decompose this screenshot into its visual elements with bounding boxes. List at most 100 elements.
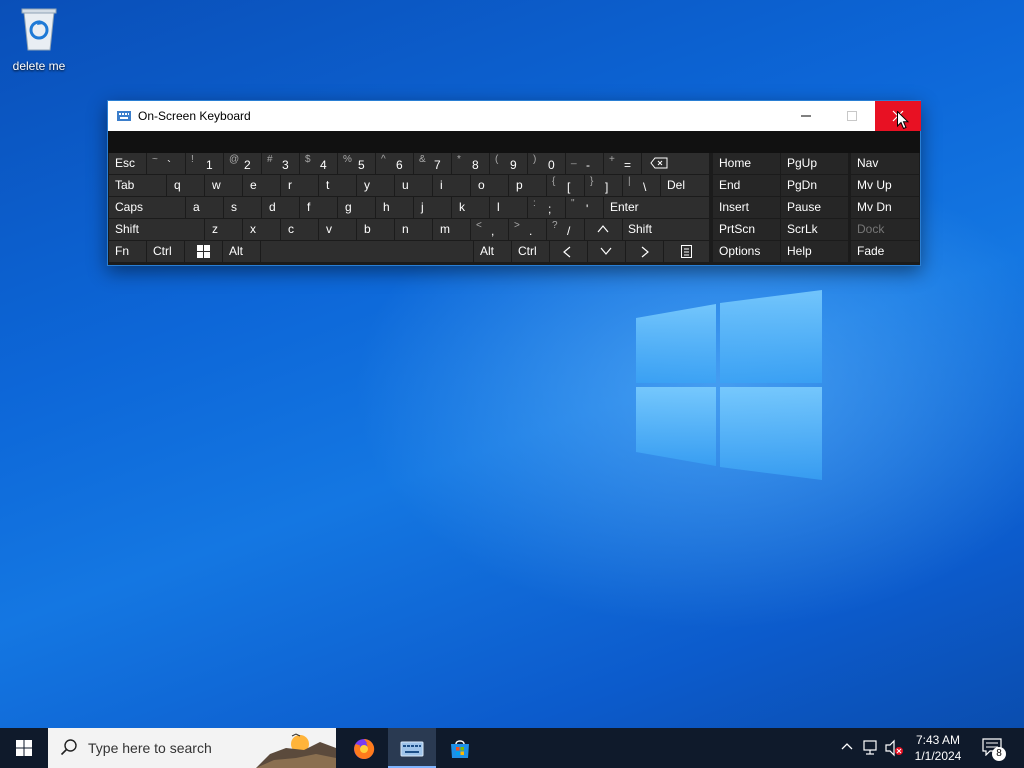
key-backtick[interactable]: ~ ` <box>147 153 185 174</box>
key-5[interactable]: % 5 <box>338 153 375 174</box>
key-s[interactable]: s <box>224 197 261 218</box>
key-caps[interactable]: Caps <box>109 197 185 218</box>
key-f[interactable]: f <box>300 197 337 218</box>
key-label: End <box>719 178 741 192</box>
key-comma[interactable]: <, <box>471 219 508 240</box>
notification-center-button[interactable]: 8 <box>982 738 1006 761</box>
taskbar-search-box[interactable]: Type here to search <box>48 728 336 768</box>
key-right-bracket[interactable]: }] <box>585 175 622 196</box>
taskbar-clock[interactable]: 7:43 AM 1/1/2024 <box>906 732 970 764</box>
key-down-arrow[interactable] <box>588 241 625 262</box>
key-space[interactable] <box>261 241 473 262</box>
key-alt-right[interactable]: Alt <box>474 241 511 262</box>
key-u[interactable]: u <box>395 175 432 196</box>
key-shift-right[interactable]: Shift <box>623 219 709 240</box>
maximize-button[interactable] <box>829 101 875 131</box>
key-3[interactable]: #3 <box>262 153 299 174</box>
key-menu[interactable] <box>664 241 709 262</box>
key-mv-up[interactable]: Mv Up <box>851 175 919 196</box>
key-equal[interactable]: + = <box>604 153 641 174</box>
key-b[interactable]: b <box>357 219 394 240</box>
key-h[interactable]: h <box>376 197 413 218</box>
key-t[interactable]: t <box>319 175 356 196</box>
key-1[interactable]: ! 1 <box>186 153 223 174</box>
key-minus[interactable]: _ - <box>566 153 603 174</box>
key-pgup[interactable]: PgUp <box>781 153 848 174</box>
key-label: Del <box>667 178 686 192</box>
key-4[interactable]: $4 <box>300 153 337 174</box>
key-pause[interactable]: Pause <box>781 197 848 218</box>
key-m[interactable]: m <box>433 219 470 240</box>
key-g[interactable]: g <box>338 197 375 218</box>
key-y[interactable]: y <box>357 175 394 196</box>
key-prtscn[interactable]: PrtScn <box>713 219 780 240</box>
key-p[interactable]: p <box>509 175 546 196</box>
key-alt-left[interactable]: Alt <box>223 241 260 262</box>
key-enter[interactable]: Enter <box>604 197 709 218</box>
key-windows[interactable] <box>185 241 222 262</box>
key-right-arrow[interactable] <box>626 241 663 262</box>
desktop-icon-delete-me[interactable]: delete me <box>8 6 70 73</box>
key-0[interactable]: ) 0 <box>528 153 565 174</box>
key-nav[interactable]: Nav <box>851 153 919 174</box>
key-q[interactable]: q <box>167 175 204 196</box>
key-period[interactable]: >. <box>509 219 546 240</box>
key-9[interactable]: (9 <box>490 153 527 174</box>
key-left-arrow[interactable] <box>550 241 587 262</box>
key-semicolon[interactable]: :; <box>528 197 565 218</box>
key-fade[interactable]: Fade <box>851 241 919 262</box>
key-pgdn[interactable]: PgDn <box>781 175 848 196</box>
key-8[interactable]: * 8 <box>452 153 489 174</box>
key-7[interactable]: & 7 <box>414 153 451 174</box>
key-backslash[interactable]: | \ <box>623 175 660 196</box>
key-tab[interactable]: Tab <box>109 175 166 196</box>
key-label: Enter <box>610 200 639 214</box>
key-6[interactable]: ^ 6 <box>376 153 413 174</box>
key-slash[interactable]: ? / <box>547 219 584 240</box>
key-d[interactable]: d <box>262 197 299 218</box>
key-backspace[interactable] <box>642 153 709 174</box>
taskbar-on-screen-keyboard[interactable] <box>388 728 436 768</box>
key-a[interactable]: a <box>186 197 223 218</box>
key-help[interactable]: Help <box>781 241 848 262</box>
on-screen-keyboard-window[interactable]: On-Screen Keyboard Esc ~ ` ! 1 @2 #3 $4 % 5… <box>107 100 921 266</box>
key-scrlk[interactable]: ScrLk <box>781 219 848 240</box>
key-label: e <box>250 178 257 192</box>
key-fn[interactable]: Fn <box>109 241 146 262</box>
key-ctrl-right[interactable]: Ctrl <box>512 241 549 262</box>
key-l[interactable]: l <box>490 197 527 218</box>
key-2[interactable]: @2 <box>224 153 261 174</box>
taskbar-microsoft-store[interactable] <box>436 728 484 768</box>
key-esc[interactable]: Esc <box>109 153 146 174</box>
key-r[interactable]: r <box>281 175 318 196</box>
key-c[interactable]: c <box>281 219 318 240</box>
key-z[interactable]: z <box>205 219 242 240</box>
key-e[interactable]: e <box>243 175 280 196</box>
chevron-up-icon[interactable] <box>840 739 854 755</box>
key-insert[interactable]: Insert <box>713 197 780 218</box>
key-i[interactable]: i <box>433 175 470 196</box>
osk-titlebar[interactable]: On-Screen Keyboard <box>108 101 921 131</box>
start-button[interactable] <box>0 728 48 768</box>
key-o[interactable]: o <box>471 175 508 196</box>
key-home[interactable]: Home <box>713 153 780 174</box>
key-options[interactable]: Options <box>713 241 780 262</box>
volume-muted-icon[interactable] <box>884 739 904 757</box>
key-del[interactable]: Del <box>661 175 709 196</box>
key-end[interactable]: End <box>713 175 780 196</box>
key-ctrl-left[interactable]: Ctrl <box>147 241 184 262</box>
network-icon[interactable] <box>862 739 880 757</box>
key-left-bracket[interactable]: {[ <box>547 175 584 196</box>
key-shift-left[interactable]: Shift <box>109 219 204 240</box>
key-quote[interactable]: " ' <box>566 197 603 218</box>
taskbar-firefox[interactable] <box>340 728 388 768</box>
key-w[interactable]: w <box>205 175 242 196</box>
key-n[interactable]: n <box>395 219 432 240</box>
key-j[interactable]: j <box>414 197 451 218</box>
key-mv-dn[interactable]: Mv Dn <box>851 197 919 218</box>
minimize-button[interactable] <box>783 101 829 131</box>
key-k[interactable]: k <box>452 197 489 218</box>
key-up-arrow[interactable] <box>585 219 622 240</box>
key-v[interactable]: v <box>319 219 356 240</box>
key-x[interactable]: x <box>243 219 280 240</box>
